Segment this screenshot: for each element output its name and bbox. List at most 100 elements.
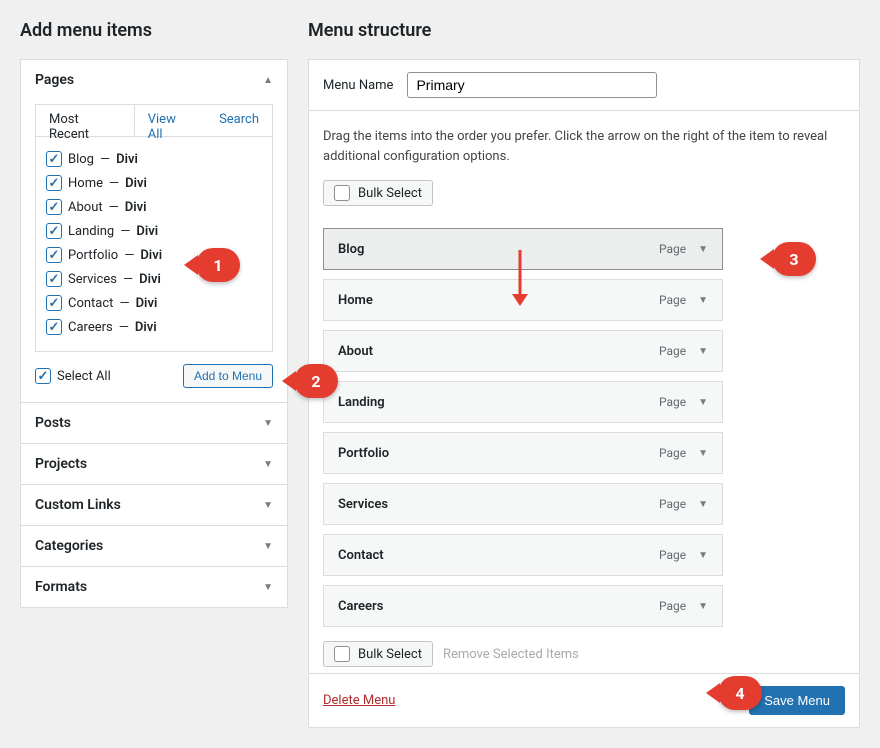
page-theme: Divi xyxy=(125,200,147,215)
chevron-down-icon: ▼ xyxy=(263,459,273,470)
page-checkbox[interactable] xyxy=(46,247,62,263)
pages-label: Pages xyxy=(35,72,74,88)
formats-accordion-header[interactable]: Formats ▼ xyxy=(21,566,287,607)
page-sep: — xyxy=(120,224,130,239)
page-theme: Divi xyxy=(136,224,158,239)
chevron-down-icon: ▼ xyxy=(263,500,273,511)
menu-item[interactable]: ServicesPage▼ xyxy=(323,483,723,525)
page-name: Careers xyxy=(68,320,113,335)
chevron-down-icon[interactable]: ▼ xyxy=(698,499,708,510)
tab-search[interactable]: Search xyxy=(206,105,272,136)
callout-4: 4 xyxy=(718,676,762,710)
page-checkbox[interactable] xyxy=(46,319,62,335)
page-sep: — xyxy=(119,320,129,335)
custom-links-accordion-header[interactable]: Custom Links ▼ xyxy=(21,484,287,525)
save-menu-button[interactable]: Save Menu xyxy=(749,686,845,715)
projects-label: Projects xyxy=(35,456,87,472)
page-theme: Divi xyxy=(139,272,161,287)
chevron-down-icon[interactable]: ▼ xyxy=(698,397,708,408)
page-theme: Divi xyxy=(136,296,158,311)
add-to-menu-button[interactable]: Add to Menu xyxy=(183,364,273,388)
page-name: Home xyxy=(68,176,103,191)
tab-most-recent[interactable]: Most Recent xyxy=(36,105,135,136)
page-sep: — xyxy=(109,200,119,215)
menu-item-type: Page xyxy=(659,242,686,256)
menu-items-list: BlogPage▼HomePage▼AboutPage▼LandingPage▼… xyxy=(323,228,845,627)
select-all-checkbox[interactable] xyxy=(35,368,51,384)
menu-item-type: Page xyxy=(659,548,686,562)
page-name: Landing xyxy=(68,224,114,239)
page-checkbox[interactable] xyxy=(46,199,62,215)
chevron-down-icon[interactable]: ▼ xyxy=(698,295,708,306)
menu-item-type: Page xyxy=(659,293,686,307)
menu-item[interactable]: Contact Page ▼ xyxy=(323,534,723,576)
formats-label: Formats xyxy=(35,579,87,595)
page-checkbox[interactable] xyxy=(46,151,62,167)
menu-item-title: Services xyxy=(338,497,388,512)
menu-item-title: Landing xyxy=(338,395,385,410)
page-item: Landing — Divi xyxy=(46,219,262,243)
categories-accordion-header[interactable]: Categories ▼ xyxy=(21,525,287,566)
chevron-down-icon[interactable]: ▼ xyxy=(698,601,708,612)
menu-name-label: Menu Name xyxy=(323,78,393,93)
callout-3: 3 xyxy=(772,242,816,276)
menu-item[interactable]: About Page ▼ xyxy=(323,330,723,372)
menu-item-type: Page xyxy=(659,395,686,409)
menu-hint-text: Drag the items into the order you prefer… xyxy=(323,127,845,166)
menu-sources-accordion: Pages ▲ Most Recent View All Search Blog… xyxy=(20,59,288,608)
menu-item[interactable]: Blog Page ▼ xyxy=(323,228,723,270)
bulk-select-top[interactable]: Bulk Select xyxy=(323,180,433,206)
page-name: Blog xyxy=(68,152,94,167)
menu-item[interactable]: CareersPage▼ xyxy=(323,585,723,627)
chevron-down-icon[interactable]: ▼ xyxy=(698,346,708,357)
page-item: Contact — Divi xyxy=(46,291,262,315)
menu-structure-box: Menu Name Drag the items into the order … xyxy=(308,59,860,728)
chevron-down-icon: ▼ xyxy=(263,541,273,552)
page-checkbox[interactable] xyxy=(46,271,62,287)
page-name: Portfolio xyxy=(68,248,118,263)
page-checkbox[interactable] xyxy=(46,223,62,239)
menu-item[interactable]: Landing Page ▼ xyxy=(323,381,723,423)
delete-menu-link[interactable]: Delete Menu xyxy=(323,693,395,708)
menu-item-title: Blog xyxy=(338,242,364,257)
menu-item-title: Contact xyxy=(338,548,384,563)
page-checkbox[interactable] xyxy=(46,175,62,191)
bulk-select-checkbox[interactable] xyxy=(334,646,350,662)
chevron-down-icon[interactable]: ▼ xyxy=(698,244,708,255)
page-sep: — xyxy=(109,176,119,191)
pages-accordion-header[interactable]: Pages ▲ xyxy=(21,60,287,100)
page-name: About xyxy=(68,200,103,215)
page-checkbox-list: Blog — DiviHome — DiviAbout — DiviLandin… xyxy=(35,136,273,352)
page-theme: Divi xyxy=(116,152,138,167)
menu-structure-heading: Menu structure xyxy=(308,20,860,41)
bulk-select-checkbox[interactable] xyxy=(334,185,350,201)
menu-item-title: Careers xyxy=(338,599,383,614)
menu-name-input[interactable] xyxy=(407,72,657,98)
page-sep: — xyxy=(100,152,110,167)
projects-accordion-header[interactable]: Projects ▼ xyxy=(21,443,287,484)
posts-accordion-header[interactable]: Posts ▼ xyxy=(21,402,287,443)
page-item: Home — Divi xyxy=(46,171,262,195)
page-checkbox[interactable] xyxy=(46,295,62,311)
menu-item[interactable]: HomePage▼ xyxy=(323,279,723,321)
bulk-select-label: Bulk Select xyxy=(358,647,422,662)
tab-view-all[interactable]: View All xyxy=(135,105,206,136)
chevron-down-icon[interactable]: ▼ xyxy=(698,550,708,561)
pages-panel: Most Recent View All Search Blog — DiviH… xyxy=(21,104,287,402)
add-menu-items-heading: Add menu items xyxy=(20,20,288,41)
chevron-down-icon: ▼ xyxy=(263,418,273,429)
categories-label: Categories xyxy=(35,538,103,554)
menu-item[interactable]: PortfolioPage▼ xyxy=(323,432,723,474)
menu-item-title: Portfolio xyxy=(338,446,389,461)
chevron-down-icon[interactable]: ▼ xyxy=(698,448,708,459)
page-name: Contact xyxy=(68,296,113,311)
page-item: About — Divi xyxy=(46,195,262,219)
page-sep: — xyxy=(123,272,133,287)
callout-1: 1 xyxy=(196,248,240,282)
bulk-select-bottom[interactable]: Bulk Select xyxy=(323,641,433,667)
menu-item-type: Page xyxy=(659,344,686,358)
menu-item-title: About xyxy=(338,344,373,359)
page-name: Services xyxy=(68,272,117,287)
page-theme: Divi xyxy=(140,248,162,263)
page-item: Blog — Divi xyxy=(46,147,262,171)
